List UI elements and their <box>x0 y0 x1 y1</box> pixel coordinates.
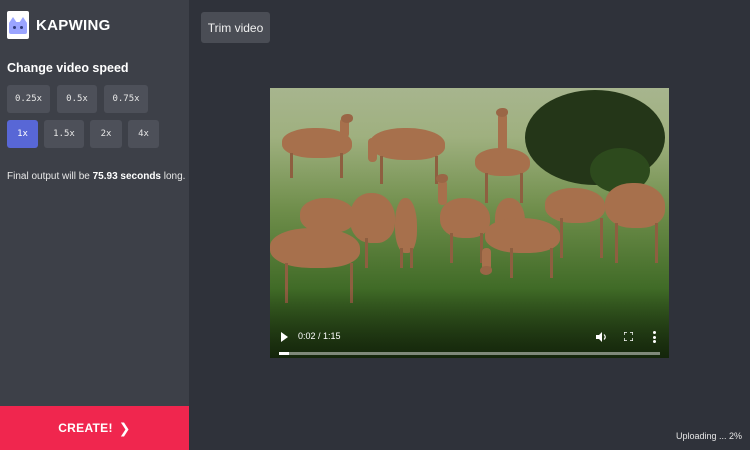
play-icon[interactable] <box>281 332 288 342</box>
brand[interactable]: KAPWING <box>7 11 111 39</box>
create-button[interactable]: CREATE! ❯ <box>0 406 189 450</box>
speed-button-0.75x[interactable]: 0.75x <box>104 85 148 113</box>
video-player[interactable]: 0:02 / 1:15 <box>270 88 669 358</box>
video-progress-bar[interactable] <box>279 352 660 355</box>
section-title: Change video speed <box>7 61 129 75</box>
speed-button-0.25x[interactable]: 0.25x <box>7 85 50 113</box>
speed-button-1.5x[interactable]: 1.5x <box>44 120 84 148</box>
video-progress-fill <box>279 352 290 355</box>
speed-button-1x[interactable]: 1x <box>7 120 38 148</box>
output-duration-text: Final output will be 75.93 seconds long. <box>7 171 186 182</box>
upload-status: Uploading ... 2% <box>676 431 743 441</box>
chevron-right-icon: ❯ <box>118 419 131 436</box>
sidebar: KAPWING Change video speed 0.25x 0.5x 0.… <box>0 0 189 450</box>
brand-name: KAPWING <box>36 16 111 34</box>
trim-video-button[interactable]: Trim video <box>201 12 270 43</box>
kapwing-logo <box>7 11 29 39</box>
more-options-icon[interactable] <box>653 331 656 343</box>
speed-button-4x[interactable]: 4x <box>128 120 159 148</box>
output-duration-value: 75.93 seconds <box>92 171 161 182</box>
video-controls: 0:02 / 1:15 <box>270 318 669 358</box>
create-button-label: CREATE! <box>58 421 113 435</box>
video-time: 0:02 / 1:15 <box>298 331 341 341</box>
volume-icon[interactable] <box>596 332 608 342</box>
fullscreen-icon[interactable] <box>624 332 633 341</box>
speed-button-0.5x[interactable]: 0.5x <box>57 85 97 113</box>
speed-button-2x[interactable]: 2x <box>90 120 122 148</box>
